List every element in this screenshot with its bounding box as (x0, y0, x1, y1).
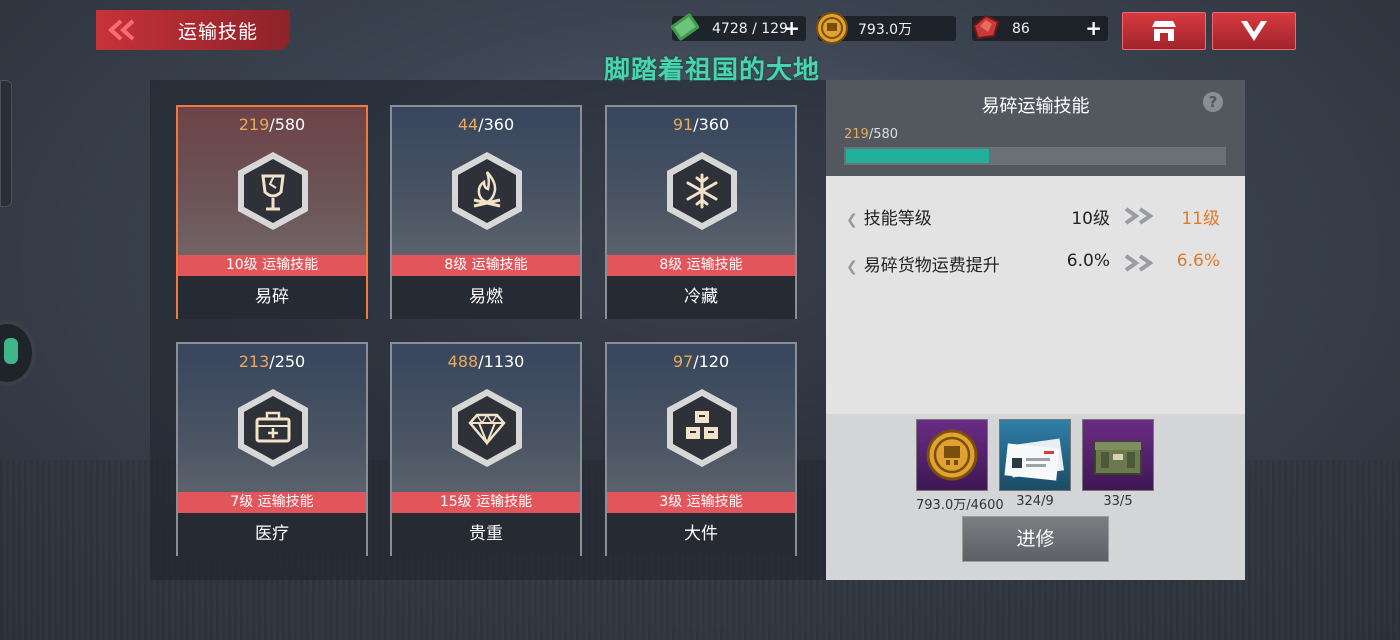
skill-name: 大件 (607, 513, 795, 556)
materials-section: 793.0万/4600 324/9 33/5 进修 (826, 414, 1245, 580)
add-cash-button[interactable]: + (783, 17, 800, 39)
double-arrow-right-icon (1124, 207, 1154, 225)
stat-label: 易碎货物运费提升 (863, 256, 1000, 276)
stat-row-level: ❮ 技能等级 10级 11级 (846, 204, 1226, 230)
crate-icon (1082, 419, 1154, 491)
add-ruby-button[interactable]: + (1085, 17, 1102, 39)
skill-name: 易碎 (178, 276, 366, 319)
material-count: 33/5 (1103, 494, 1133, 509)
skill-level: 8级 运输技能 (392, 255, 580, 276)
stat-to: 11级 (1181, 209, 1220, 229)
stat-section: ❮ 技能等级 10级 11级 ❮ 易碎货物运费提升 6.0% 6.6% (826, 176, 1245, 414)
license-card-icon (999, 419, 1071, 491)
broken-glass-icon (238, 152, 308, 230)
vip-button[interactable] (1212, 12, 1296, 50)
side-drawer-tab[interactable] (0, 80, 12, 207)
skill-name: 冷藏 (607, 276, 795, 319)
skill-card-oversized[interactable]: 97/120 3级 运输技能 大件 (605, 342, 797, 556)
upgrade-button[interactable]: 进修 (962, 516, 1109, 562)
page-title: 运输技能 (178, 20, 259, 43)
detail-header: 易碎运输技能 ? 219/580 (826, 80, 1245, 176)
double-chevron-left-icon (96, 19, 148, 41)
diamond-icon (452, 389, 522, 467)
skill-name: 贵重 (392, 513, 580, 556)
stat-from: 6.0% (1066, 251, 1110, 271)
skill-progress: 488/1130 (447, 352, 525, 371)
shop-button[interactable] (1122, 12, 1206, 50)
cash-bundle-icon (670, 13, 700, 41)
detail-title: 易碎运输技能 (981, 96, 1090, 117)
progress-fill (846, 149, 989, 163)
ruby-resource: 86 + (972, 14, 1108, 41)
stat-from: 10级 (1071, 209, 1110, 229)
skill-level: 7级 运输技能 (178, 492, 366, 513)
flame-icon (452, 152, 522, 230)
skill-detail-panel: 易碎运输技能 ? 219/580 ❮ 技能等级 10级 11级 ❮ 易碎货物运费提升… (826, 80, 1245, 580)
help-icon[interactable]: ? (1203, 92, 1223, 112)
double-arrow-right-icon (1124, 254, 1154, 272)
material-count: 793.0万/4600 (916, 498, 1004, 513)
skill-progress: 91/360 (672, 115, 730, 134)
side-floating-badge[interactable] (0, 320, 36, 386)
gold-resource: 793.0万 (816, 12, 956, 44)
skill-card-valuable[interactable]: 488/1130 15级 运输技能 贵重 (390, 342, 582, 556)
detail-progress-bar (844, 147, 1226, 165)
skill-card-flammable[interactable]: 44/360 8级 运输技能 易燃 (390, 105, 582, 319)
skill-level: 8级 运输技能 (607, 255, 795, 276)
skill-level: 10级 运输技能 (178, 255, 366, 276)
gold-coin-icon (816, 12, 848, 44)
material-license[interactable]: 324/9 (999, 419, 1071, 509)
skill-progress: 97/120 (672, 352, 730, 371)
skill-progress: 219/580 (238, 115, 306, 134)
material-gold[interactable]: 793.0万/4600 (916, 419, 1004, 513)
material-count: 324/9 (1016, 494, 1054, 509)
boxes-icon (667, 389, 737, 467)
skill-progress: 44/360 (457, 115, 515, 134)
material-crate[interactable]: 33/5 (1082, 419, 1154, 509)
skill-card-fragile[interactable]: 219/580 10级 运输技能 易碎 (176, 105, 368, 319)
back-button[interactable]: 运输技能 (96, 10, 290, 50)
stat-to: 6.6% (1176, 251, 1220, 271)
chevron-left-icon: ❮ (846, 259, 858, 275)
stat-label: 技能等级 (863, 209, 932, 229)
skill-name: 易燃 (392, 276, 580, 319)
gold-coin-icon (916, 419, 988, 491)
ruby-icon (972, 14, 1000, 40)
skill-level: 15级 运输技能 (392, 492, 580, 513)
skill-level: 3级 运输技能 (607, 492, 795, 513)
medkit-icon (238, 389, 308, 467)
snowflake-icon (667, 152, 737, 230)
chevron-left-icon: ❮ (846, 212, 858, 228)
skill-card-refrigerated[interactable]: 91/360 8级 运输技能 冷藏 (605, 105, 797, 319)
cash-resource: 4728 / 129 + (670, 13, 806, 41)
shop-icon (1152, 21, 1176, 41)
skill-progress: 213/250 (238, 352, 306, 371)
skill-name: 医疗 (178, 513, 366, 556)
stat-row-fee-bonus: ❮ 易碎货物运费提升 6.0% 6.6% (846, 251, 1226, 277)
vip-v-icon (1241, 21, 1267, 41)
detail-progress-text: 219/580 (844, 127, 899, 142)
skill-card-medical[interactable]: 213/250 7级 运输技能 医疗 (176, 342, 368, 556)
